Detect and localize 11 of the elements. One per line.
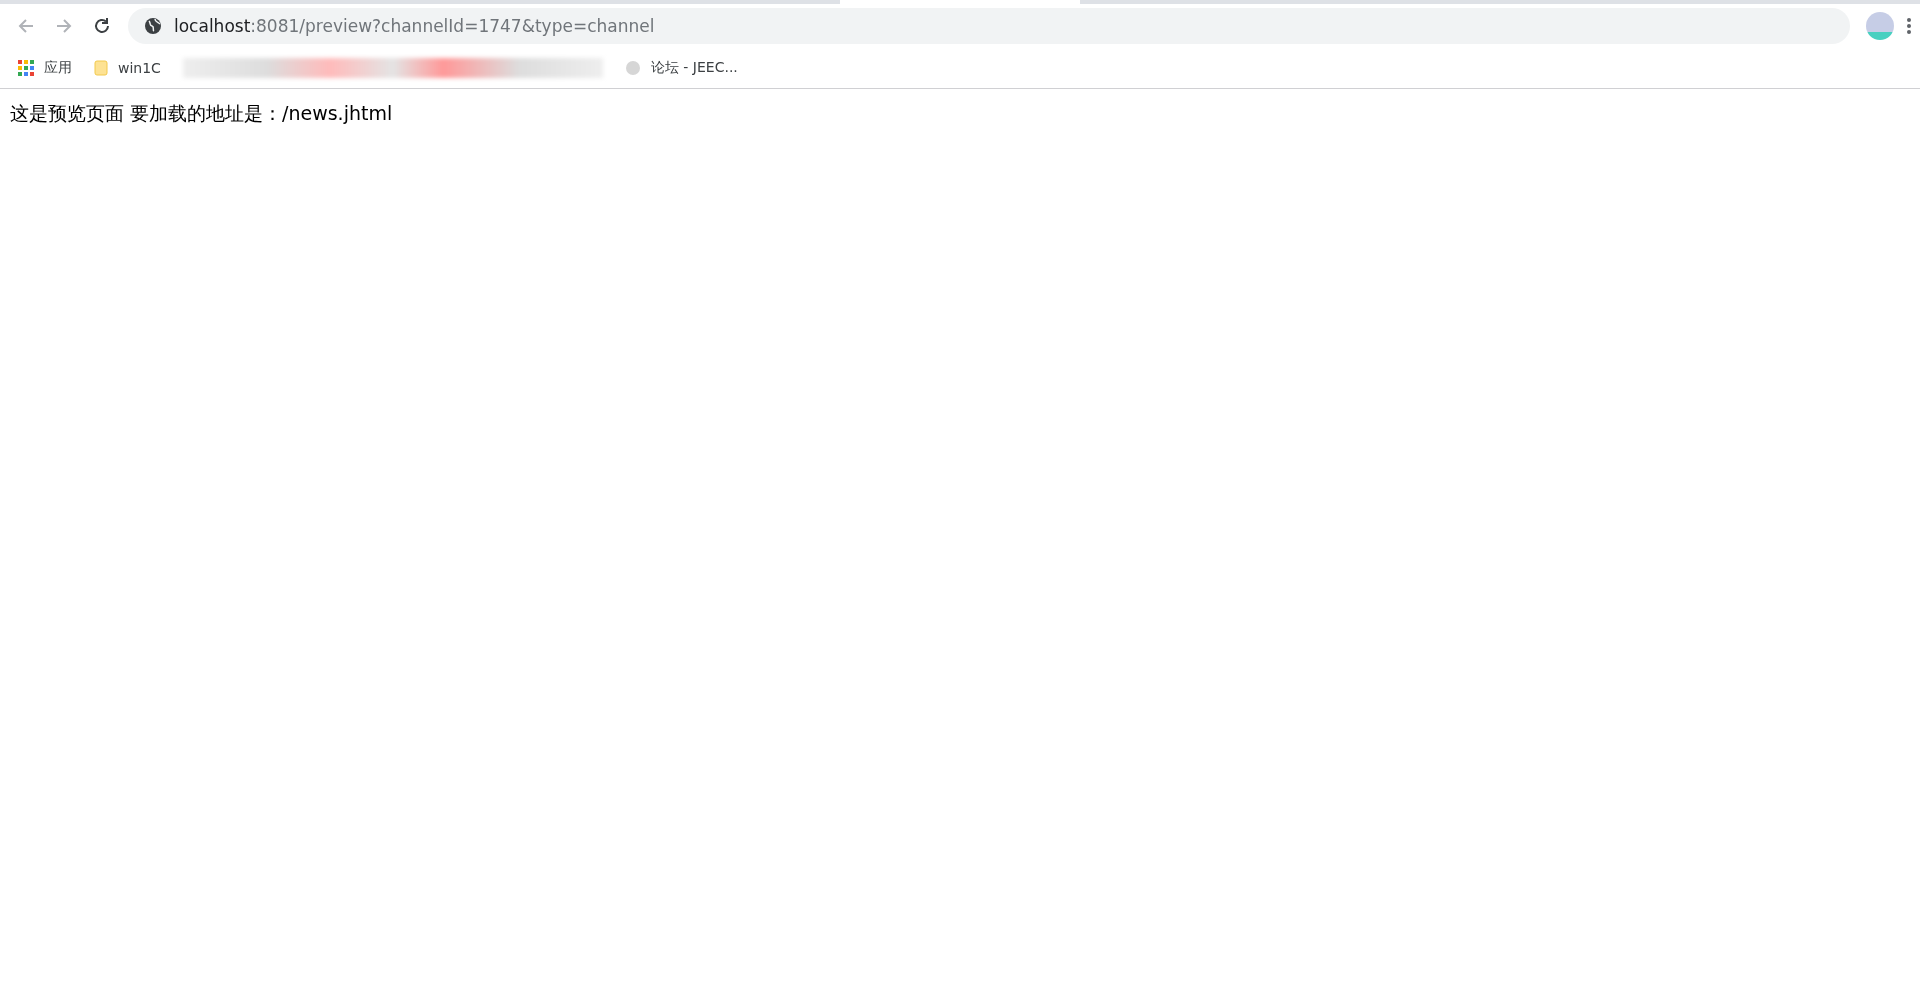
- bookmark-label[interactable]: 论坛 - JEEC...: [650, 59, 738, 77]
- url-text: localhost:8081/preview?channelId=1747&type=channel: [174, 16, 655, 36]
- bookmark-label[interactable]: 应用: [44, 59, 72, 77]
- menu-icon[interactable]: [1906, 17, 1912, 35]
- folder-icon: [94, 60, 108, 76]
- profile-avatar[interactable]: [1866, 12, 1894, 40]
- address-bar[interactable]: localhost:8081/preview?channelId=1747&type=channel: [128, 8, 1850, 44]
- page-text: 这是预览页面 要加载的地址是：/news.jhtml: [10, 101, 394, 126]
- bookmark-label[interactable]: win1C: [118, 60, 161, 76]
- reload-icon: [92, 16, 112, 36]
- apps-grid-icon: [18, 60, 34, 76]
